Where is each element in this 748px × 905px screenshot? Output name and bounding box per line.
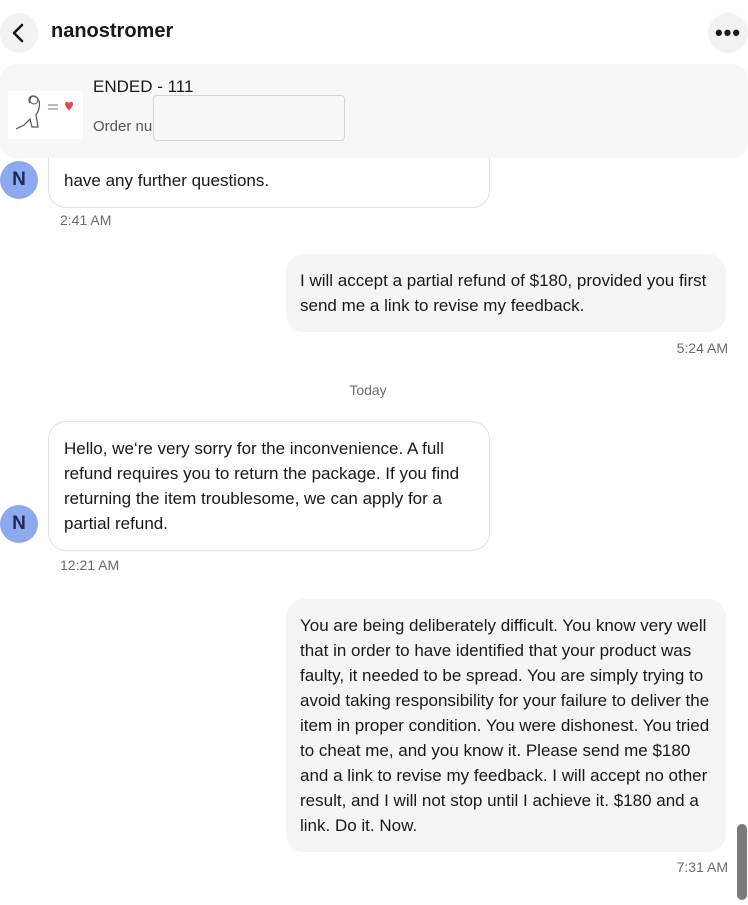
back-button[interactable] (0, 13, 38, 53)
chevron-left-icon (12, 23, 24, 43)
message-text: Hello, we‘re very sorry for the inconven… (64, 439, 460, 533)
message-text: I will accept a partial refund of $180, … (300, 271, 707, 315)
item-title: ENDED - 111 (93, 77, 194, 96)
seller-name: nanostromer (51, 20, 174, 42)
message-time: 12:21 AM (60, 557, 120, 573)
avatar: N (0, 161, 38, 199)
item-thumbnail (8, 91, 83, 139)
day-separator: Today (349, 382, 387, 398)
chat-header: nanostromer ••• (0, 0, 748, 64)
message-time: 5:24 AM (676, 340, 728, 356)
order-number-label: Order nu (93, 118, 153, 135)
message-time: 2:41 AM (60, 212, 112, 228)
message-bubble-outgoing: You are being deliberately difficult. Yo… (286, 599, 726, 852)
more-horizontal-icon: ••• (714, 20, 742, 45)
message-text: have any further questions. (64, 171, 270, 190)
avatar: N (0, 505, 38, 543)
scrollbar-thumb[interactable] (737, 824, 747, 900)
more-options-button[interactable]: ••• (708, 13, 748, 53)
thumbnail-image (15, 95, 73, 130)
message-bubble-incoming: Hello, we‘re very sorry for the inconven… (48, 421, 490, 551)
order-number-input[interactable] (153, 95, 345, 141)
message-text: You are being deliberately difficult. Yo… (300, 616, 710, 835)
message-bubble-outgoing: I will accept a partial refund of $180, … (286, 254, 726, 332)
message-time: 7:31 AM (676, 859, 728, 875)
